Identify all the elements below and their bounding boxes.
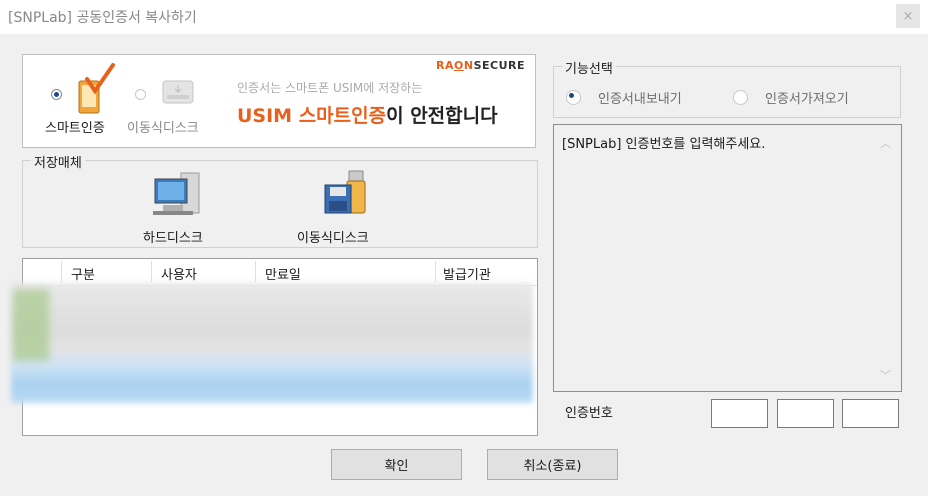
column-header-issuer[interactable]: 발급기관 [443, 264, 491, 283]
code-input-1[interactable] [711, 399, 768, 428]
function-group-title: 기능선택 [562, 58, 616, 77]
hard-disk-label: 하드디스크 [143, 231, 203, 246]
removable-disk-icon [324, 170, 366, 214]
removable-label: 이동식디스크 [127, 121, 199, 136]
blurred-certificate-rows[interactable] [11, 283, 533, 403]
radio-import-dot [733, 90, 748, 105]
brand-logo: RAONSECURE [436, 59, 525, 72]
column-separator [151, 261, 152, 283]
list-header: 구분 사용자 만료일 발급기관 [23, 259, 537, 286]
column-header-user[interactable]: 사용자 [161, 264, 197, 283]
usb-disk-icon [162, 80, 194, 104]
hard-disk-option[interactable]: 하드디스크 [133, 167, 243, 246]
ok-button[interactable]: 확인 [331, 449, 462, 480]
smart-auth-label: 스마트인증 [45, 121, 105, 136]
radio-export[interactable]: 인증서내보내기 [566, 88, 716, 108]
banner-tagline: 인증서는 스마트폰 USIM에 저장하는 [237, 81, 423, 95]
banner-headline: USIM 스마트인증이 안전합니다 [237, 105, 498, 127]
hard-disk-icon [153, 172, 200, 215]
window-title: [SNPLab] 공동인증서 복사하기 [8, 10, 197, 26]
code-label: 인증번호 [565, 406, 613, 421]
column-separator [61, 261, 62, 283]
removable-disk-label: 이동식디스크 [297, 231, 369, 246]
close-icon: × [902, 8, 914, 24]
removable-disk-option[interactable]: 이동식디스크 [293, 167, 403, 246]
message-box[interactable]: [SNPLab] 인증번호를 입력해주세요. ︿ ﹀ [553, 124, 902, 392]
radio-smart-auth[interactable] [51, 89, 62, 100]
import-label: 인증서가져오기 [765, 92, 849, 107]
close-button[interactable]: × [896, 4, 920, 28]
column-header-expiry[interactable]: 만료일 [265, 264, 301, 283]
blurred-certificate-icon [13, 289, 49, 361]
cancel-button[interactable]: 취소(종료) [487, 449, 618, 480]
storage-group: 저장매체 하드디스크 이동식디스크 [22, 152, 538, 248]
scroll-down-icon[interactable]: ﹀ [880, 367, 891, 383]
column-separator [435, 261, 436, 283]
export-label: 인증서내보내기 [598, 92, 682, 107]
title-bar: [SNPLab] 공동인증서 복사하기 × [0, 0, 928, 34]
radio-removable[interactable] [135, 89, 146, 100]
smartphone-icon [78, 63, 115, 114]
scroll-up-icon[interactable]: ︿ [880, 135, 891, 151]
code-input-2[interactable] [777, 399, 834, 428]
radio-export-dot [566, 90, 581, 105]
certificate-list[interactable]: 구분 사용자 만료일 발급기관 [11, 258, 538, 436]
storage-group-title: 저장매체 [31, 152, 85, 171]
promo-banner: RAONSECURE 스마트인증 이동식디스크 인증서는 스마트폰 USIM에 … [22, 54, 536, 148]
code-input-3[interactable] [842, 399, 899, 428]
column-separator [255, 261, 256, 283]
column-header-type[interactable]: 구분 [71, 264, 95, 283]
radio-import[interactable]: 인증서가져오기 [733, 88, 893, 108]
message-text: [SNPLab] 인증번호를 입력해주세요. [562, 137, 766, 152]
